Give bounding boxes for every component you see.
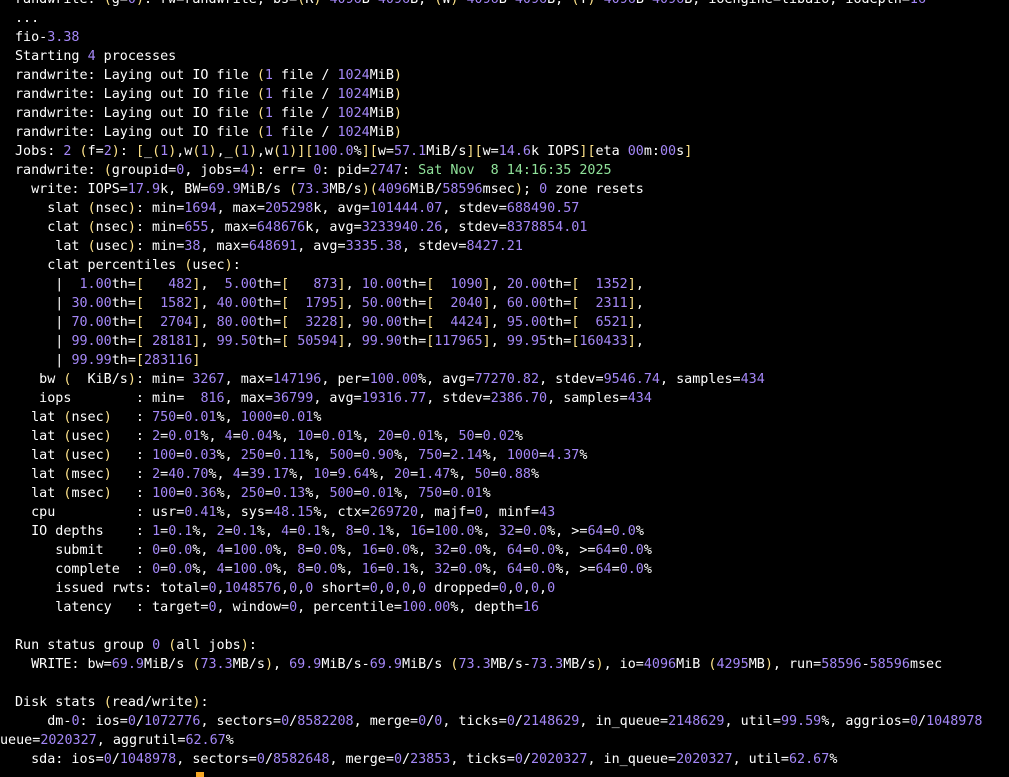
terminal-cursor	[196, 772, 204, 777]
terminal-line: WRITE: bw=69.9MiB/s (73.3MB/s), 69.9MiB/…	[15, 657, 943, 672]
terminal-line: clat percentiles (usec):	[15, 258, 241, 273]
terminal-line: submit : 0=0.0%, 4=100.0%, 8=0.0%, 16=0.…	[15, 543, 652, 558]
terminal-line: ueue=2020327, aggrutil=62.67%	[0, 733, 234, 748]
terminal-line: sda: ios=0/1048978, sectors=0/8582648, m…	[15, 752, 838, 767]
terminal-line: | 99.99th=[283116]	[15, 353, 201, 368]
terminal-line: Disk stats (read/write):	[15, 695, 209, 710]
terminal-line: randwrite: Laying out IO file (1 file / …	[15, 125, 402, 140]
terminal-line: randwrite: Laying out IO file (1 file / …	[15, 106, 402, 121]
terminal-line: clat (nsec): min=655, max=648676k, avg=3…	[15, 220, 588, 235]
terminal-line: slat (nsec): min=1694, max=205298k, avg=…	[15, 201, 580, 216]
terminal-line: Starting 4 processes	[15, 49, 177, 64]
terminal-line: lat (msec) : 100=0.36%, 250=0.13%, 500=0…	[15, 486, 491, 501]
terminal-line: dm-0: ios=0/1072776, sectors=0/8582208, …	[15, 714, 983, 729]
terminal-line: write: IOPS=17.9k, BW=69.9MiB/s (73.3MB/…	[15, 182, 644, 197]
terminal-line: cpu : usr=0.41%, sys=48.15%, ctx=269720,…	[15, 505, 556, 520]
terminal-line: | 99.00th=[ 28181], 99.50th=[ 50594], 99…	[15, 334, 644, 349]
terminal-line: lat (usec) : 2=0.01%, 4=0.04%, 10=0.01%,…	[15, 429, 523, 444]
terminal-line: lat (nsec) : 750=0.01%, 1000=0.01%	[15, 410, 322, 425]
terminal-window[interactable]: randwrite: (g=0): rw=randwrite, bs=(R) 4…	[0, 0, 1009, 777]
terminal-line: IO depths : 1=0.1%, 2=0.1%, 4=0.1%, 8=0.…	[15, 524, 644, 539]
terminal-line: randwrite: (g=0): rw=randwrite, bs=(R) 4…	[15, 0, 983, 9]
terminal-line: latency : target=0, window=0, percentile…	[15, 600, 540, 615]
terminal-line: randwrite: (groupid=0, jobs=4): err= 0: …	[15, 163, 612, 178]
terminal-line: randwrite: Laying out IO file (1 file / …	[15, 68, 402, 83]
terminal-line: Jobs: 2 (f=2): [_(1),w(1),_(1),w(1)][100…	[15, 144, 693, 159]
terminal-line: lat (msec) : 2=40.70%, 4=39.17%, 10=9.64…	[15, 467, 540, 482]
terminal-line: issued rwts: total=0,1048576,0,0 short=0…	[15, 581, 556, 596]
terminal-line: lat (usec): min=38, max=648691, avg=3335…	[15, 239, 523, 254]
terminal-output: randwrite: (g=0): rw=randwrite, bs=(R) 4…	[0, 0, 983, 769]
terminal-line: bw ( KiB/s): min= 3267, max=147196, per=…	[15, 372, 765, 387]
terminal-line: iops : min= 816, max=36799, avg=19316.77…	[15, 391, 652, 406]
terminal-line: complete : 0=0.0%, 4=100.0%, 8=0.0%, 16=…	[15, 562, 652, 577]
terminal-line: fio-3.38	[15, 30, 80, 45]
terminal-line: randwrite: Laying out IO file (1 file / …	[15, 87, 402, 102]
terminal-line: lat (usec) : 100=0.03%, 250=0.11%, 500=0…	[15, 448, 588, 463]
terminal-line: Run status group 0 (all jobs):	[15, 638, 257, 653]
terminal-line: ...	[15, 11, 40, 26]
terminal-line: | 30.00th=[ 1582], 40.00th=[ 1795], 50.0…	[15, 296, 644, 311]
terminal-line: | 1.00th=[ 482], 5.00th=[ 873], 10.00th=…	[15, 277, 644, 292]
terminal-line: | 70.00th=[ 2704], 80.00th=[ 3228], 90.0…	[15, 315, 644, 330]
